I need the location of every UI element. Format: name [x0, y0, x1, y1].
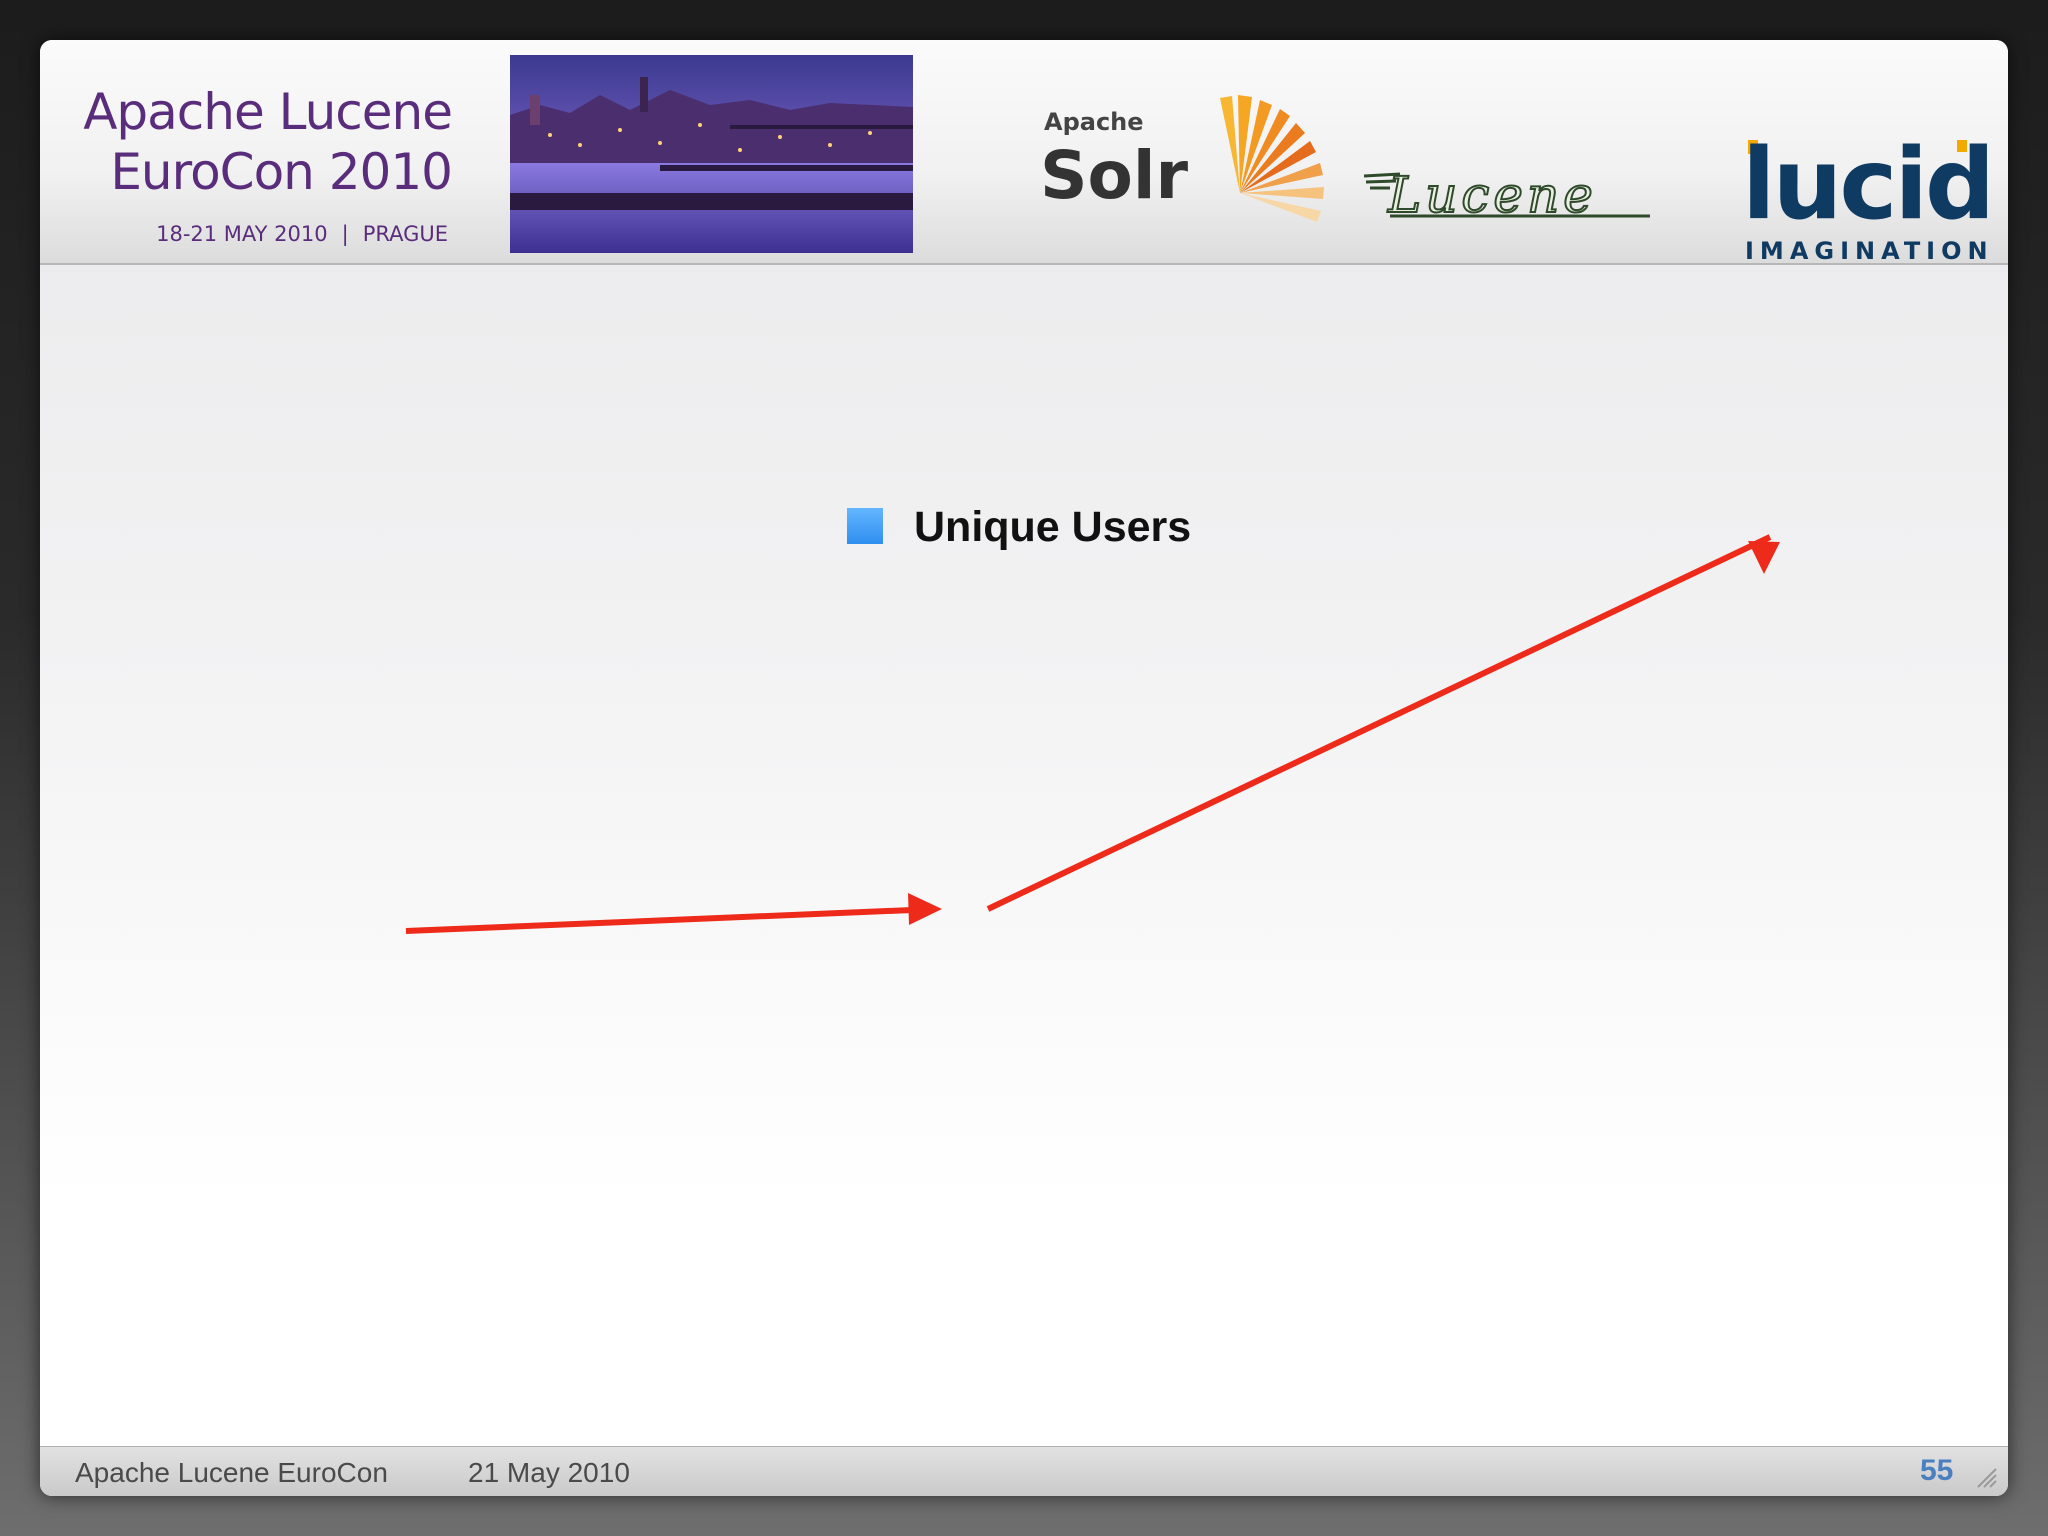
resize-grip-icon[interactable] [1974, 1465, 1998, 1489]
slide-footer: Apache Lucene EuroCon 21 May 2010 55 [40, 1446, 2008, 1496]
trend-arrows [405, 534, 1780, 934]
flat-trend-arrowhead [908, 893, 942, 925]
slide: Apache Lucene EuroCon 2010 18-21 MAY 201… [40, 40, 2008, 1496]
rising-trend-arrow-shaft [986, 534, 1772, 912]
flat-trend-arrow-shaft [405, 907, 913, 934]
footer-date: 21 May 2010 [468, 1457, 630, 1488]
footer-event-name: Apache Lucene EuroCon [75, 1457, 388, 1488]
page-number: 55 [1920, 1454, 1954, 1487]
rising-trend-arrowhead [1748, 541, 1780, 574]
